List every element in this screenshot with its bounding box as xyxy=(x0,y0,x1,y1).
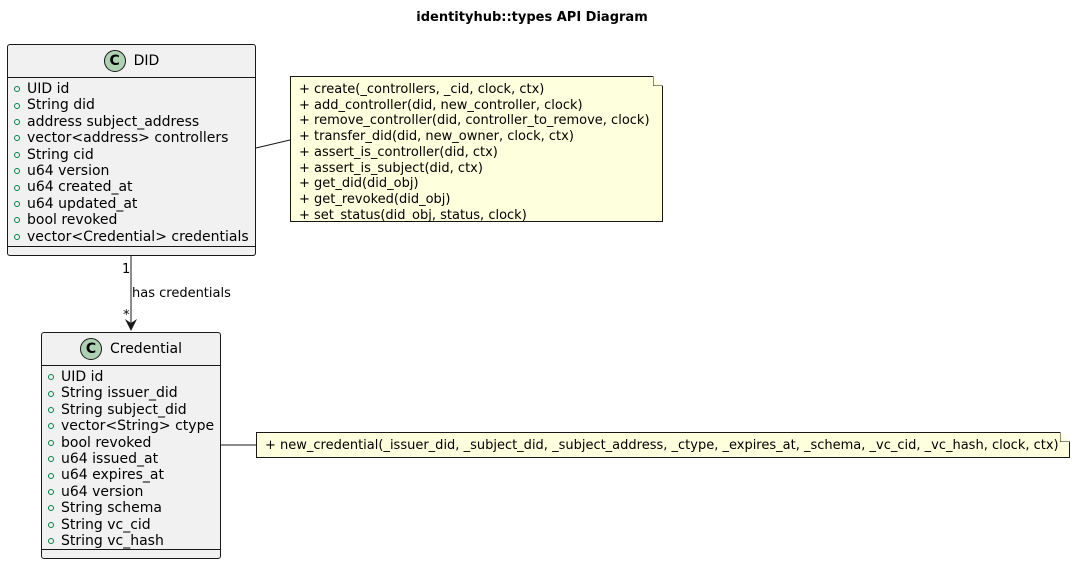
note-function: + create(_controllers, _cid, clock, ctx) xyxy=(299,82,545,97)
attribute: vector<address> controllers xyxy=(14,130,255,146)
attribute: bool revoked xyxy=(14,212,255,228)
public-visibility-icon xyxy=(48,456,54,463)
did-functions-note: + create(_controllers, _cid, clock, ctx)… xyxy=(290,76,663,223)
attribute: UID id xyxy=(48,369,220,385)
class-credential-attributes: UID id String issuer_did String subject_… xyxy=(42,366,220,549)
note-function: + assert_is_controller(did, ctx) xyxy=(299,144,498,160)
attribute: String schema xyxy=(48,500,220,516)
class-did-attributes: UID id String did address subject_addres… xyxy=(8,78,255,245)
public-visibility-icon xyxy=(48,439,54,446)
attribute: u64 issued_at xyxy=(48,451,220,467)
public-visibility-icon xyxy=(14,184,20,191)
public-visibility-icon xyxy=(14,151,20,158)
public-visibility-icon xyxy=(48,538,54,545)
attribute: String vc_cid xyxy=(48,517,220,533)
public-visibility-icon xyxy=(48,472,54,479)
public-visibility-icon xyxy=(48,423,54,430)
public-visibility-icon xyxy=(48,407,54,414)
attribute: vector<Credential> credentials xyxy=(14,229,255,245)
note-fold-icon xyxy=(653,76,663,86)
attribute: vector<String> ctype xyxy=(48,418,220,434)
note-function: + transfer_did(did, new_owner, clock, ct… xyxy=(299,129,574,145)
note-function: + assert_is_subject(did, ctx) xyxy=(299,160,483,176)
public-visibility-icon xyxy=(48,505,54,512)
attribute: String subject_did xyxy=(48,402,220,418)
note-function: + get_revoked(did_obj) xyxy=(299,191,451,207)
class-credential-methods-divider xyxy=(42,549,220,550)
note-function: + new_credential(_issuer_did, _subject_d… xyxy=(265,438,1059,453)
attribute: String did xyxy=(14,97,255,113)
attribute: String cid xyxy=(14,147,255,163)
public-visibility-icon xyxy=(14,201,20,208)
public-visibility-icon xyxy=(14,217,20,224)
public-visibility-icon xyxy=(48,521,54,528)
attribute: u64 created_at xyxy=(14,179,255,195)
class-did-name: DID xyxy=(133,53,160,69)
class-credential-header: C Credential xyxy=(42,333,220,366)
attribute: u64 version xyxy=(14,163,255,179)
class-did-methods-divider xyxy=(8,246,255,247)
class-credential[interactable]: C Credential UID id String issuer_did St… xyxy=(41,332,221,559)
note-function: + get_did(did_obj) xyxy=(299,176,419,192)
class-badge-icon: C xyxy=(103,50,126,72)
public-visibility-icon xyxy=(14,135,20,142)
multiplicity-target: * xyxy=(123,308,130,323)
note-function: + add_controller(did, new_controller, cl… xyxy=(299,97,583,113)
attribute: u64 expires_at xyxy=(48,467,220,483)
note-function: + remove_controller(did, controller_to_r… xyxy=(299,113,650,129)
multiplicity-source: 1 xyxy=(122,262,131,277)
attribute: String issuer_did xyxy=(48,385,220,401)
public-visibility-icon xyxy=(48,374,54,381)
attribute: String vc_hash xyxy=(48,533,220,549)
did-note-connector xyxy=(255,139,291,149)
note-function: + set_status(did_obj, status, clock) xyxy=(299,207,527,223)
class-badge-icon: C xyxy=(79,338,102,360)
public-visibility-icon xyxy=(14,168,20,175)
class-did-header: C DID xyxy=(8,45,255,78)
attribute: address subject_address xyxy=(14,114,255,130)
public-visibility-icon xyxy=(14,233,20,240)
class-did[interactable]: C DID UID id String did address subject_… xyxy=(7,44,256,256)
public-visibility-icon xyxy=(14,102,20,109)
public-visibility-icon xyxy=(14,119,20,126)
class-credential-name: Credential xyxy=(109,341,183,357)
association-label: has credentials xyxy=(132,286,231,301)
public-visibility-icon xyxy=(48,390,54,397)
attribute: u64 version xyxy=(48,484,220,500)
attribute: u64 updated_at xyxy=(14,196,255,212)
attribute: bool revoked xyxy=(48,435,220,451)
public-visibility-icon xyxy=(48,489,54,496)
credential-functions-note: + new_credential(_issuer_did, _subject_d… xyxy=(256,432,1070,458)
attribute: UID id xyxy=(14,81,255,97)
public-visibility-icon xyxy=(14,86,20,93)
note-fold-icon xyxy=(1060,432,1070,442)
